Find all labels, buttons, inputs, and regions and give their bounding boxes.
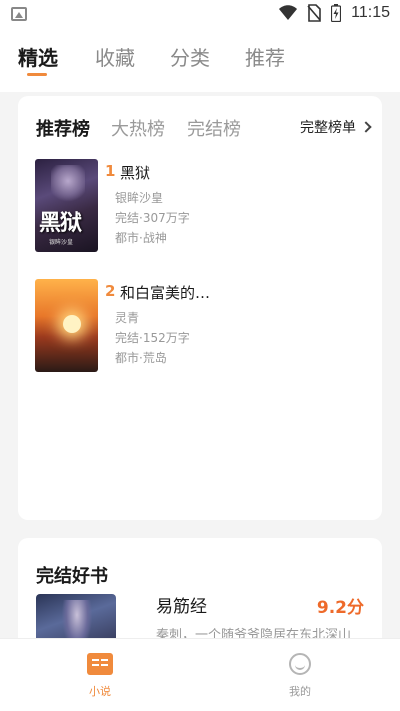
tab-finished-rank[interactable]: 完结榜 (187, 115, 241, 141)
book-rank: 2 (105, 282, 116, 300)
bottom-nav: 小说 我的 (0, 638, 400, 711)
status-time: 11:15 (351, 4, 390, 21)
status-icons: 11:15 (279, 4, 390, 22)
cover-figure (51, 165, 85, 205)
cover-author: 银眸沙皇 (49, 239, 74, 246)
book-rank: 1 (105, 162, 116, 180)
book-item[interactable]: 2 和白富美的… 灵青 完结·152万字 都市·荒岛 (35, 279, 365, 374)
profile-icon (289, 653, 311, 675)
full-list-label: 完整榜单 (300, 120, 356, 136)
cover-sun (63, 315, 81, 333)
ranking-card: 推荐榜 大热榜 完结榜 完整榜单 黑狱 银眸沙皇 1 黑狱 银眸沙皇 完结·30… (18, 96, 382, 520)
nav-novel-label: 小说 (89, 685, 111, 698)
book-score: 9.2分 (316, 598, 364, 618)
battery-charging-icon (331, 4, 342, 22)
no-sim-icon (307, 4, 321, 22)
top-tabs: 精选 收藏 分类 推荐 (0, 28, 400, 92)
book-cover: 黑狱 银眸沙皇 (35, 159, 98, 252)
tab-recommend-rank[interactable]: 推荐榜 (36, 115, 90, 141)
image-icon (11, 7, 27, 21)
full-list-link[interactable]: 完整榜单 (300, 117, 372, 137)
tab-categories[interactable]: 分类 (170, 42, 210, 71)
nav-mine[interactable]: 我的 (270, 653, 330, 699)
chevron-right-icon (360, 121, 372, 133)
nav-novel[interactable]: 小说 (70, 653, 130, 699)
cover-title: 黑狱 (39, 211, 82, 236)
book-title: 黑狱 (120, 164, 151, 182)
book-item[interactable]: 黑狱 银眸沙皇 1 黑狱 银眸沙皇 完结·307万字 都市·战神 (35, 159, 365, 254)
book-tags: 都市·战神 (115, 231, 167, 245)
tab-featured[interactable]: 精选 (18, 42, 58, 71)
book-icon (87, 653, 113, 675)
tab-hot-rank[interactable]: 大热榜 (111, 115, 165, 141)
wifi-icon (279, 5, 298, 20)
tab-recommend[interactable]: 推荐 (245, 42, 285, 71)
nav-mine-label: 我的 (289, 685, 311, 698)
book-status: 完结·152万字 (115, 331, 190, 345)
active-tab-indicator (27, 73, 47, 76)
tab-favorites[interactable]: 收藏 (95, 42, 135, 71)
book-title: 易筋经 (156, 597, 207, 617)
book-status: 完结·307万字 (115, 211, 190, 225)
book-author: 银眸沙皇 (115, 191, 164, 205)
book-title: 和白富美的… (120, 284, 211, 302)
book-cover (35, 279, 98, 372)
status-bar: 11:15 (0, 0, 400, 28)
book-author: 灵青 (115, 311, 140, 325)
book-tags: 都市·荒岛 (115, 351, 167, 365)
section-title: 完结好书 (36, 566, 108, 587)
